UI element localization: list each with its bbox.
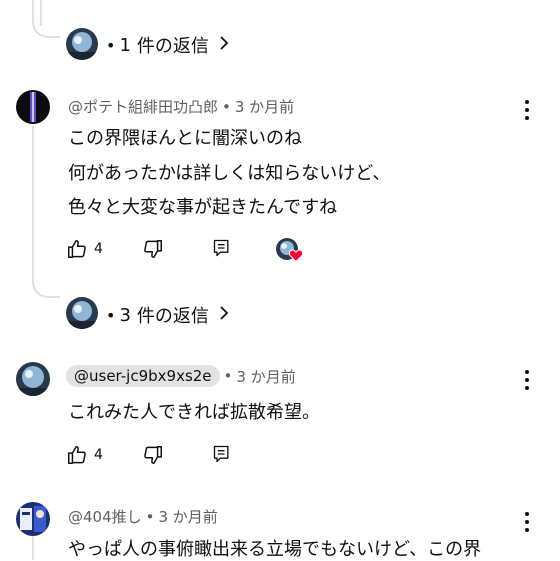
reply-icon [213,239,229,257]
timestamp[interactable]: 3 か月前 [159,506,218,527]
author-handle[interactable]: @ポテト組緋田功凸郎 [68,96,218,117]
replies-toggle-top[interactable]: • 1 件の返信 [100,32,229,58]
comment-meta: @404推し • 3 か月前 [68,506,218,527]
reply-icon [213,445,229,463]
thumbs-up-icon [68,446,86,464]
comment-meta: @ポテト組緋田功凸郎 • 3 か月前 [68,96,294,117]
heart-icon [289,249,303,262]
like-count: 4 [94,241,103,257]
thumbs-down-icon [144,240,162,258]
comment-text-line: この界隈ほんとに闇深いのね [68,128,302,149]
replies-toggle[interactable]: • 3 件の返信 [100,302,229,328]
separator: • [106,35,116,55]
chevron-right-icon [219,305,229,326]
dislike-button[interactable] [142,444,164,466]
comment-text-line: やっぱ人の事俯瞰出来る立場でもないけど、この界 [68,539,482,560]
reply-button[interactable] [212,444,232,464]
replies-label: 件の返信 [136,36,209,57]
like-button[interactable]: 4 [66,238,103,260]
reply-avatar-top[interactable] [66,28,98,60]
author-avatar[interactable] [16,90,50,124]
author-handle[interactable]: @404推し [68,506,142,527]
thread-curve-top [32,0,60,38]
separator: • [222,97,231,116]
author-handle[interactable]: @user-jc9bx9xs2e [66,365,220,387]
separator: • [145,507,155,526]
separator: • [223,367,233,385]
author-avatar[interactable] [16,362,50,396]
more-vertical-icon[interactable] [517,510,537,534]
dislike-button[interactable] [142,238,164,260]
replies-count: 1 [119,34,131,56]
replies-label: 件の返信 [136,306,209,327]
replies-count: 3 [119,304,131,326]
thumbs-up-icon [68,240,86,258]
comment-meta: @user-jc9bx9xs2e • 3 か月前 [66,365,296,387]
separator: • [106,305,116,325]
thread-curve-comment1 [32,260,60,298]
like-count: 4 [94,447,103,463]
comment-text-line: 何があったかは詳しくは知らないけど、 [68,163,391,184]
comment-text-line: 色々と大変な事が起きたんですね [68,197,338,218]
thread-line-comment3 [32,535,34,560]
timestamp[interactable]: 3 か月前 [236,366,295,387]
comment-text-line: これみた人できれば拡散希望。 [68,402,320,423]
more-vertical-icon[interactable] [517,368,537,392]
chevron-right-icon [219,35,229,56]
more-vertical-icon[interactable] [517,98,537,122]
timestamp[interactable]: 3 か月前 [235,96,294,117]
thumbs-down-icon [144,446,162,464]
reply-avatar[interactable] [66,297,98,329]
reply-button[interactable] [212,238,232,258]
author-avatar[interactable] [16,502,50,536]
like-button[interactable]: 4 [66,444,103,466]
